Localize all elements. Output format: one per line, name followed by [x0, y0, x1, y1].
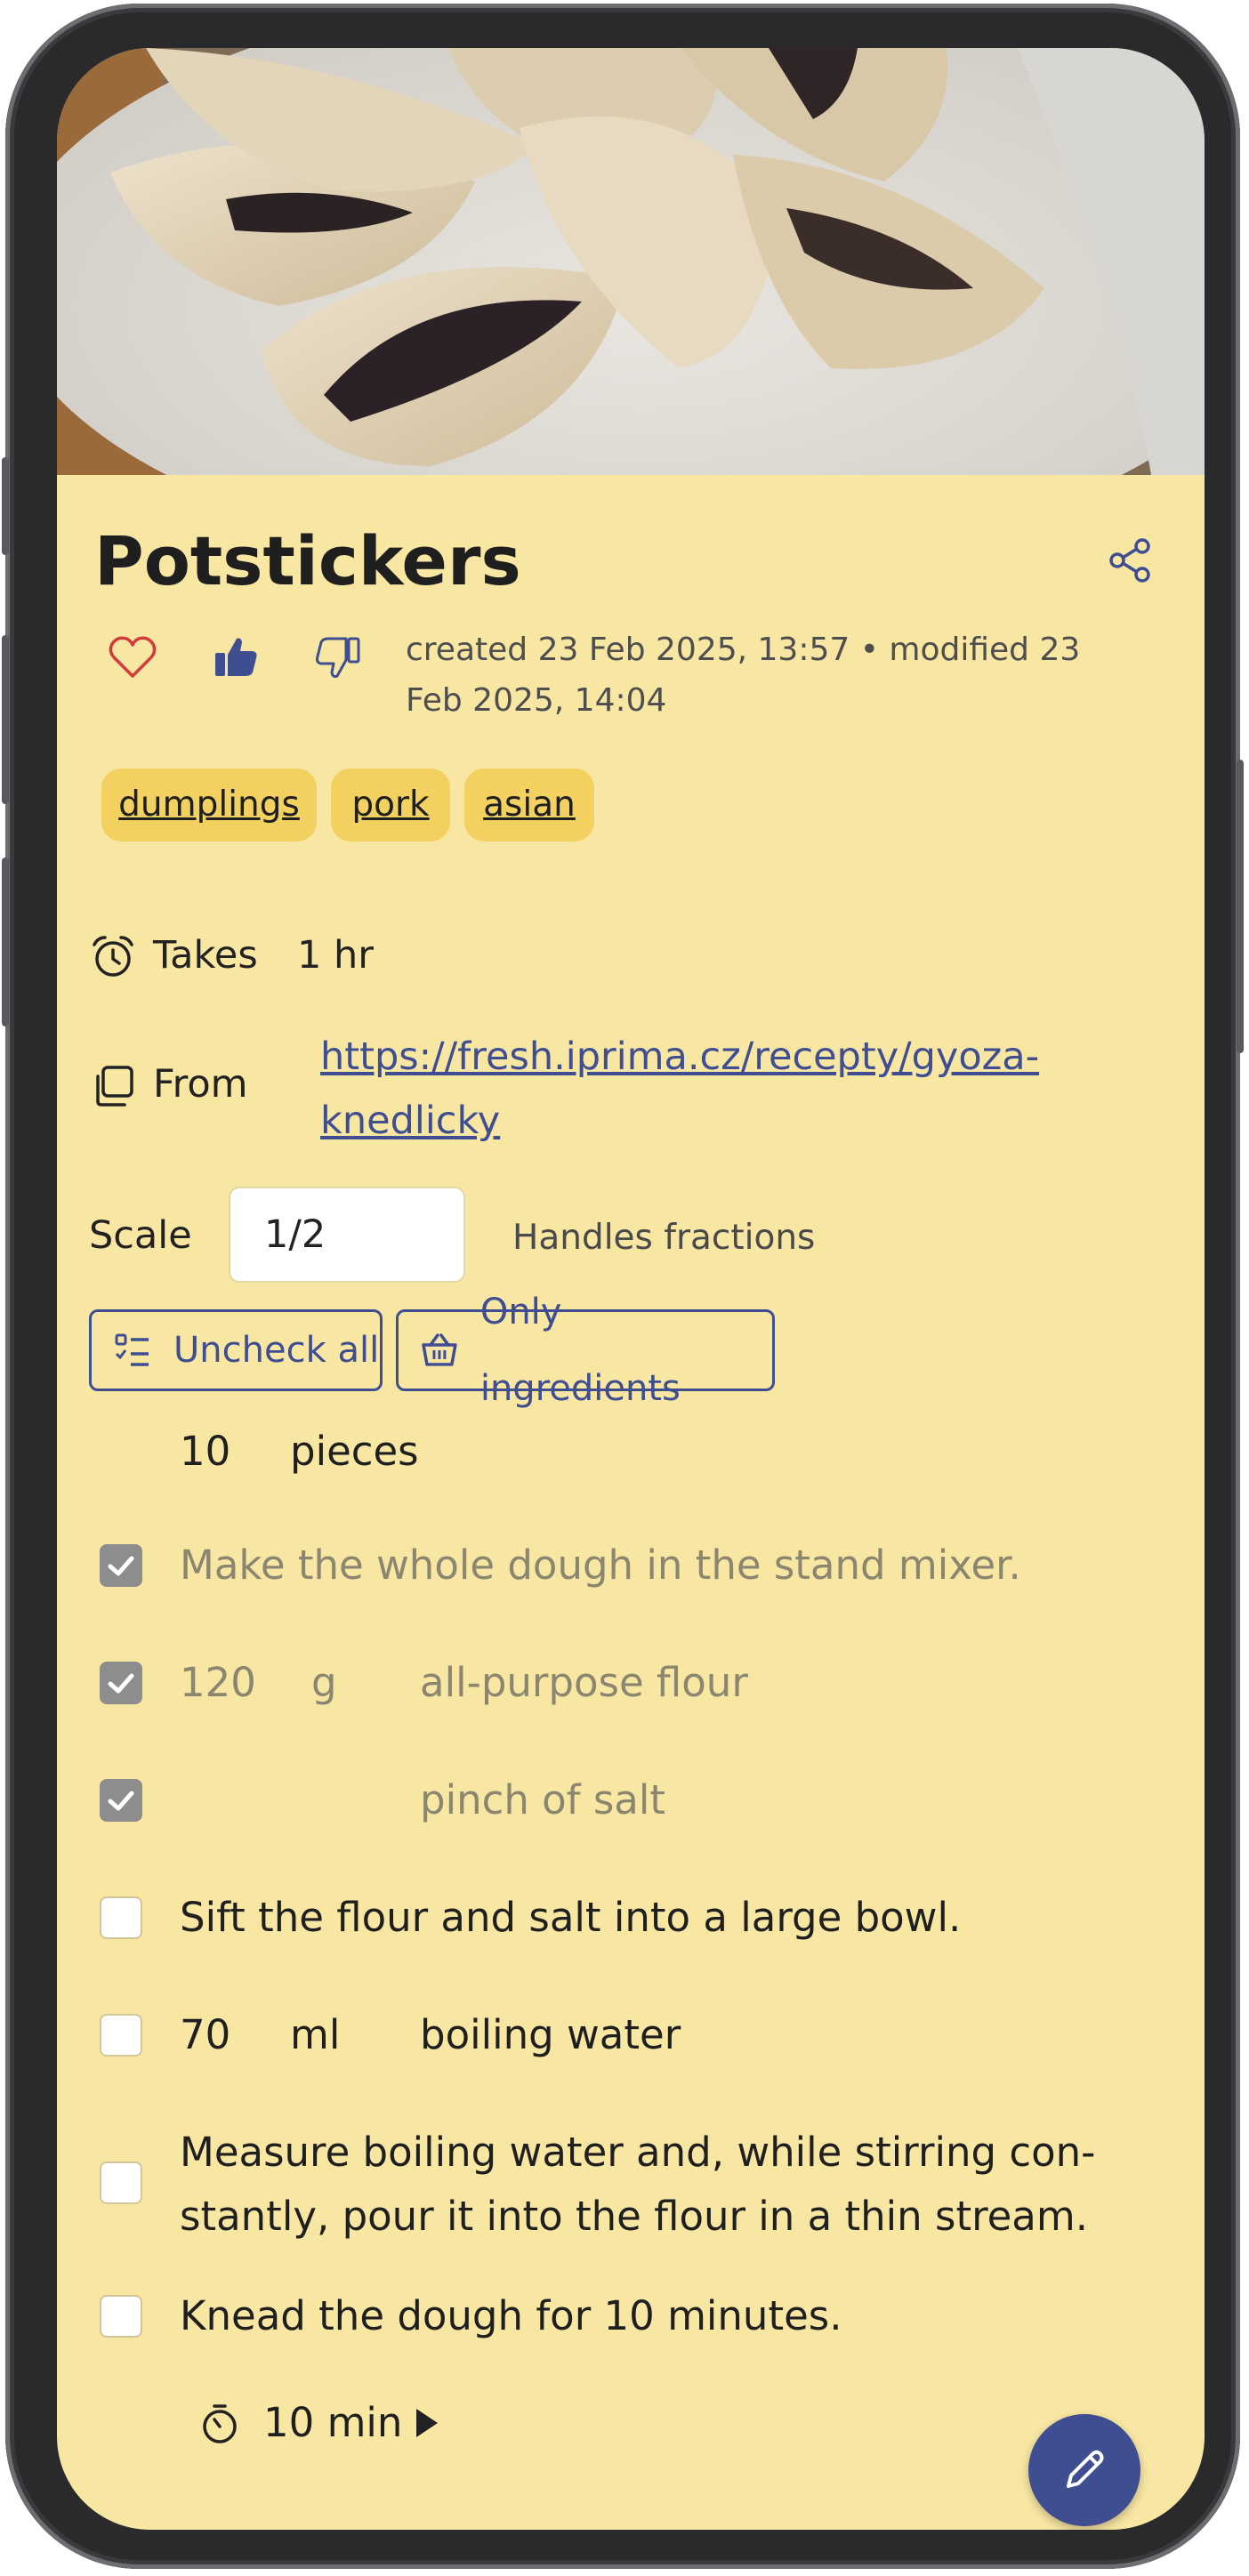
checkmark-icon — [108, 1556, 134, 1576]
tag-pork[interactable]: pork — [331, 769, 450, 841]
checkmark-icon — [108, 1791, 134, 1811]
source-link[interactable]: https://fresh.iprima.cz/recepty/gyoza- k… — [320, 1025, 1121, 1153]
timer-icon — [203, 2404, 237, 2443]
takes-value: 1 hr — [297, 933, 374, 978]
source-link-line1: https://fresh.iprima.cz/recepty/gyoza- — [320, 1034, 1040, 1079]
step-text: Measure boiling water and, while stirrin… — [180, 2121, 1140, 2249]
recipe-photo — [57, 48, 1205, 475]
play-icon[interactable] — [413, 2407, 439, 2439]
recipe-title: Potstickers — [94, 521, 521, 600]
only-ingredients-label: Only ingredients — [479, 1292, 681, 1409]
step-text-line2: stantly, pour it into the flour in a thi… — [180, 2193, 1089, 2240]
heart-icon[interactable] — [107, 632, 158, 683]
step-text: Sift the flour and salt into a large bow… — [180, 1894, 962, 1941]
ingredient-amount: 120 — [180, 1659, 256, 1706]
ingredient-checkbox[interactable] — [100, 1779, 142, 1822]
edit-button[interactable] — [1028, 2414, 1140, 2526]
source-link-line2: knedlicky — [320, 1099, 501, 1143]
ingredient-checkbox[interactable] — [100, 2014, 142, 2057]
only-ingredients-button[interactable]: Only ingredients — [396, 1292, 775, 1409]
ingredient-name: all-purpose flour — [420, 1659, 748, 1706]
basket-icon — [422, 1333, 457, 1366]
scale-hint: Handles fractions — [512, 1218, 816, 1258]
ingredient-checkbox[interactable] — [100, 1662, 142, 1704]
copy-icon — [96, 1066, 133, 1107]
ingredient-amount: 70 — [180, 2011, 231, 2058]
from-label: From — [153, 1062, 248, 1107]
step-checkbox[interactable] — [100, 2161, 142, 2204]
thumbs-down-icon[interactable] — [313, 632, 365, 683]
pencil-icon — [1067, 2450, 1104, 2488]
takes-label: Takes — [153, 933, 258, 978]
step-text-line1: Measure boiling water and, while stirrin… — [180, 2129, 1096, 2176]
screen: Potstickers created 23 Feb 2025, 13:57 •… — [57, 48, 1205, 2530]
ingredient-name: boiling water — [420, 2011, 681, 2058]
recipe-details: Potstickers created 23 Feb 2025, 13:57 •… — [57, 475, 1205, 2530]
action-button — [2, 457, 9, 555]
checklist-icon — [115, 1333, 149, 1366]
checkmark-icon — [108, 1673, 134, 1694]
step-checkbox[interactable] — [100, 2295, 142, 2338]
alarm-clock-icon — [93, 936, 133, 977]
uncheck-all-label: Uncheck all — [173, 1330, 380, 1371]
step-text: Knead the dough for 10 minutes. — [180, 2292, 842, 2339]
yield-amount: 10 — [180, 1428, 231, 1475]
volume-up-button — [2, 635, 9, 804]
yield-unit: pieces — [290, 1428, 419, 1475]
power-button — [1237, 760, 1244, 1053]
thumbs-up-icon[interactable] — [210, 632, 262, 683]
share-icon[interactable] — [1105, 535, 1155, 585]
tag-dumplings[interactable]: dumplings — [101, 769, 317, 841]
tag-asian[interactable]: asian — [464, 769, 594, 841]
step-checkbox[interactable] — [100, 1544, 142, 1587]
ingredient-unit: ml — [290, 2011, 341, 2058]
timer-value[interactable]: 10 min — [263, 2391, 402, 2455]
scale-input[interactable]: 1/2 — [229, 1187, 465, 1283]
phone-frame: Potstickers created 23 Feb 2025, 13:57 •… — [2, 4, 1244, 2569]
volume-down-button — [2, 857, 9, 1026]
uncheck-all-button[interactable]: Uncheck all — [89, 1309, 383, 1391]
recipe-timestamps: created 23 Feb 2025, 13:57 • modified 23… — [406, 632, 1081, 719]
step-checkbox[interactable] — [100, 1896, 142, 1939]
scale-label: Scale — [89, 1213, 192, 1258]
ingredient-unit: g — [311, 1659, 337, 1706]
ingredient-name: pinch of salt — [420, 1776, 665, 1823]
step-text: Make the whole dough in the stand mixer. — [180, 1542, 1021, 1589]
